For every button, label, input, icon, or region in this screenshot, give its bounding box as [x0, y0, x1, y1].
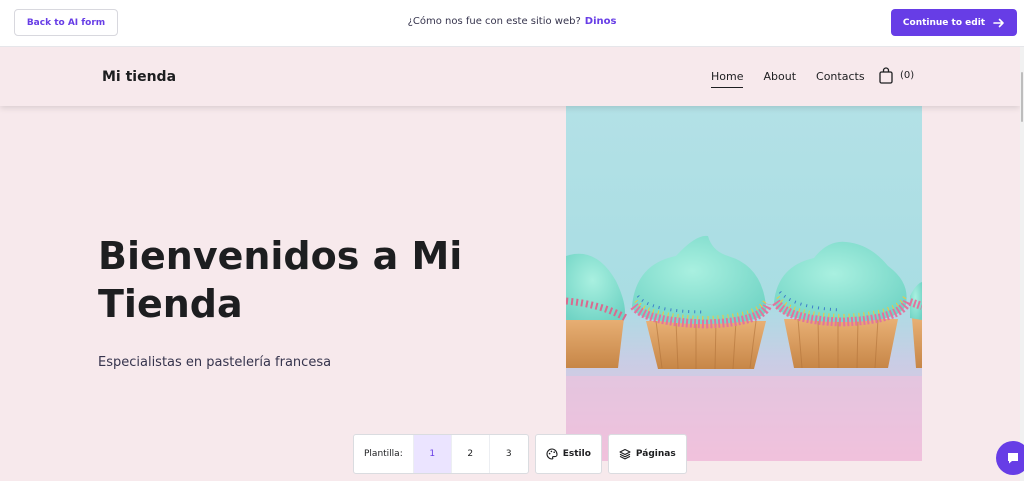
- hero-subtitle: Especialistas en pastelería francesa: [98, 355, 332, 370]
- hero-image: [566, 106, 922, 461]
- style-label: Estilo: [562, 449, 591, 459]
- feedback-link[interactable]: Dinos: [585, 16, 617, 27]
- style-button[interactable]: Estilo: [534, 434, 602, 474]
- template-toolbar: Plantilla: 1 2 3 Estilo Páginas: [353, 434, 687, 474]
- layers-icon: [619, 448, 631, 460]
- template-option-2[interactable]: 2: [452, 435, 490, 473]
- feedback-text: ¿Cómo nos fue con este sitio web?: [407, 16, 581, 27]
- shopping-bag-icon: [879, 67, 893, 84]
- template-option-3[interactable]: 3: [490, 435, 528, 473]
- palette-icon: [546, 448, 558, 460]
- chat-button[interactable]: [996, 441, 1024, 475]
- continue-to-edit-button[interactable]: Continue to edit: [891, 9, 1017, 36]
- chat-icon: [1008, 453, 1018, 464]
- cart-button[interactable]: (0): [879, 67, 914, 84]
- site-preview: Mi tienda Home About Contacts (0) Bienve…: [0, 47, 1020, 481]
- cart-count: (0): [900, 70, 915, 81]
- nav-item-home[interactable]: Home: [711, 70, 744, 88]
- template-selector: Plantilla: 1 2 3: [353, 434, 529, 474]
- builder-topbar: Back to AI form ¿Cómo nos fue con este s…: [0, 0, 1024, 47]
- scrollbar-thumb[interactable]: [1021, 72, 1023, 122]
- nav-item-about[interactable]: About: [763, 70, 796, 88]
- pages-button[interactable]: Páginas: [607, 434, 687, 474]
- template-option-1[interactable]: 1: [413, 435, 452, 473]
- continue-to-edit-label: Continue to edit: [902, 17, 986, 28]
- site-logo[interactable]: Mi tienda: [102, 69, 176, 85]
- nav-item-contacts[interactable]: Contacts: [816, 70, 865, 88]
- site-nav: Home About Contacts: [711, 70, 865, 88]
- template-label: Plantilla:: [354, 435, 414, 473]
- hero-title: Bienvenidos a Mi Tienda: [98, 234, 463, 326]
- back-to-ai-form-button[interactable]: Back to AI form: [14, 9, 118, 36]
- feedback-prompt: ¿Cómo nos fue con este sitio web? Dinos: [0, 16, 1024, 27]
- pages-label: Páginas: [635, 449, 676, 459]
- site-header: Mi tienda Home About Contacts (0): [0, 47, 1020, 106]
- cupcakes-photo: [566, 106, 922, 461]
- arrow-right-icon: [993, 18, 1004, 27]
